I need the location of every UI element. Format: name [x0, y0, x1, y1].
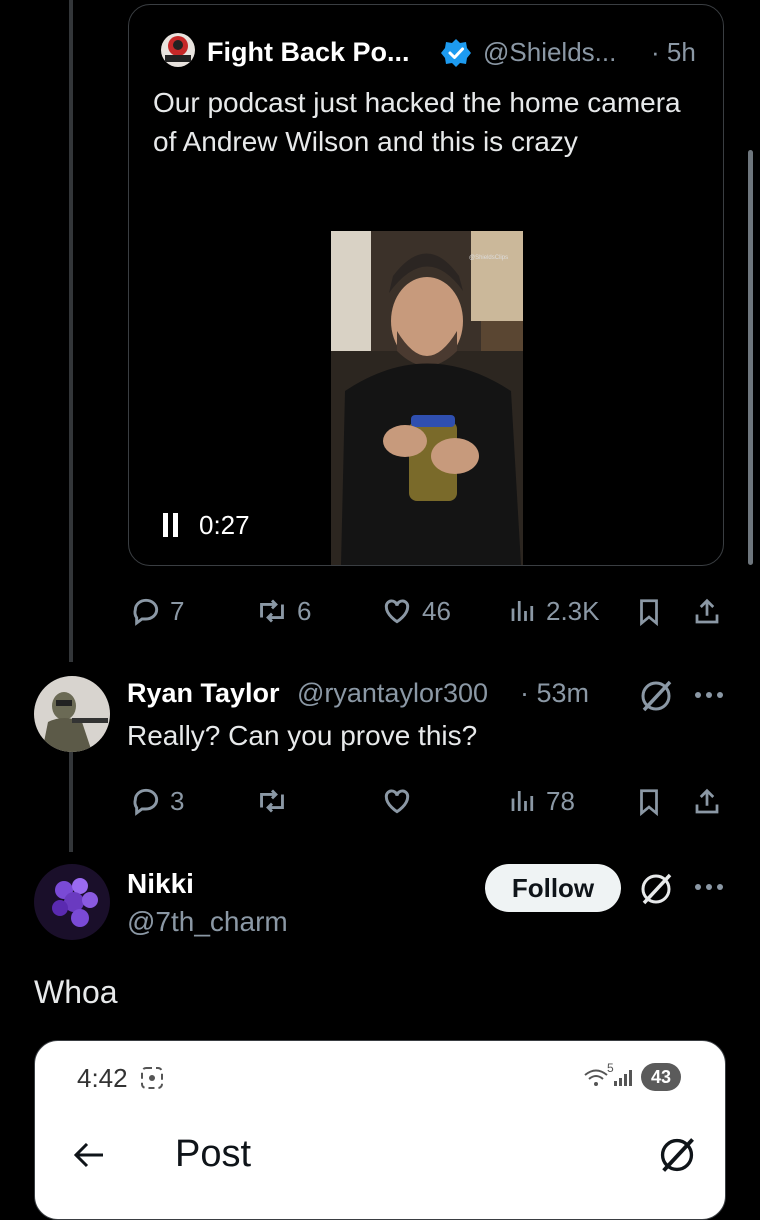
video-watermark: @ShieldsClips [469, 255, 509, 261]
like-button[interactable] [380, 785, 422, 817]
views-icon [511, 791, 534, 811]
bookmark-icon [640, 789, 658, 817]
grok-icon[interactable] [638, 871, 674, 907]
reply-author-name[interactable]: Ryan Taylor [127, 678, 280, 709]
bookmark-icon [640, 599, 658, 627]
share-icon [695, 598, 719, 624]
reply-time[interactable]: · 53m [520, 678, 589, 709]
more-options-icon[interactable] [694, 882, 724, 892]
repost-count: 6 [297, 595, 312, 626]
more-options-icon[interactable] [694, 690, 724, 700]
thread-line [69, 752, 73, 852]
reply-button[interactable]: 7 [130, 595, 184, 627]
pause-icon[interactable] [163, 513, 179, 537]
grok-icon[interactable] [657, 1135, 697, 1175]
like-button[interactable]: 46 [380, 595, 451, 627]
repost-button[interactable] [255, 785, 297, 817]
video-duration: 0:27 [199, 510, 250, 540]
reply-icon [133, 598, 159, 626]
reply2-author-name[interactable]: Nikki [127, 868, 194, 900]
share-button[interactable] [692, 595, 722, 629]
share-button[interactable] [692, 785, 722, 819]
quoted-post-text: Our podcast just hacked the home camera … [153, 87, 681, 157]
reply2-text: Whoa [34, 974, 118, 1010]
thread-line [69, 0, 73, 662]
heart-icon [384, 599, 410, 624]
grok-icon[interactable] [638, 678, 674, 714]
embedded-screenshot-image[interactable]: 4:42 5 43 Post [34, 1040, 726, 1220]
quoted-author-name[interactable]: Fight Back Po... [207, 37, 410, 68]
video-frame [331, 231, 523, 565]
screenshot-page-title: Post [175, 1133, 252, 1175]
repost-button[interactable]: 6 [255, 595, 311, 627]
avatar[interactable] [34, 676, 110, 752]
like-count: 46 [422, 595, 451, 626]
bookmark-button[interactable] [634, 595, 664, 629]
reply-count: 3 [170, 785, 185, 816]
quoted-post-card[interactable]: Fight Back Po... @Shields... · 5h Our po… [128, 4, 724, 566]
heart-icon [384, 789, 410, 814]
quoted-author-handle[interactable]: @Shields... [483, 37, 616, 68]
reply-count: 7 [170, 595, 185, 626]
reply-author-handle[interactable]: @ryantaylor300 [297, 678, 488, 709]
reply2-author-handle[interactable]: @7th_charm [127, 906, 288, 938]
wifi-icon [584, 1069, 608, 1086]
video-player[interactable]: @ShieldsClips [331, 231, 523, 565]
reply-text: Really? Can you prove this? [127, 720, 478, 751]
verified-badge-icon [441, 39, 471, 67]
status-bar-time: 4:42 [77, 1063, 128, 1093]
views-button[interactable]: 2.3K [508, 595, 600, 627]
repost-icon [260, 789, 284, 813]
views-button[interactable]: 78 [508, 785, 575, 817]
quoted-author-avatar[interactable] [161, 33, 195, 67]
follow-button[interactable]: Follow [485, 864, 621, 912]
avatar[interactable] [34, 864, 110, 940]
repost-icon [260, 599, 284, 623]
signal-icon [614, 1070, 632, 1086]
scrollbar[interactable] [748, 150, 753, 565]
bookmark-button[interactable] [634, 785, 664, 819]
views-count: 2.3K [546, 595, 600, 626]
quoted-post-time[interactable]: · 5h [651, 37, 696, 68]
share-icon [695, 788, 719, 814]
views-icon [511, 601, 534, 621]
battery-indicator: 43 [641, 1063, 681, 1091]
back-arrow-icon[interactable] [71, 1139, 107, 1171]
reply-icon [133, 788, 159, 816]
screenshot-icon [141, 1067, 163, 1089]
views-count: 78 [546, 785, 575, 816]
reply-button[interactable]: 3 [130, 785, 184, 817]
